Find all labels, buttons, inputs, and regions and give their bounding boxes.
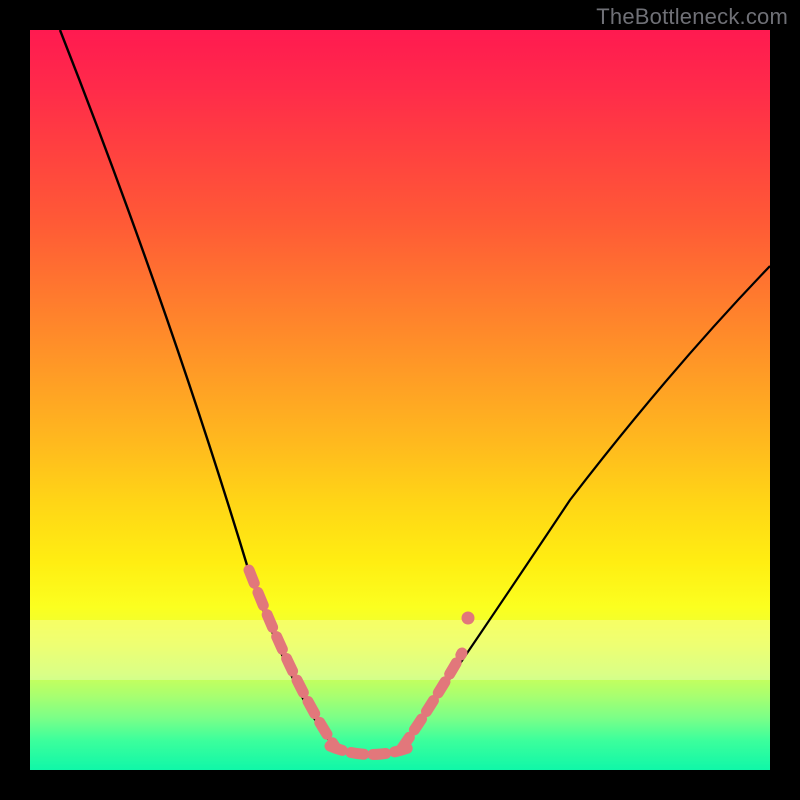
marker-dot xyxy=(462,612,475,625)
curve-layer xyxy=(30,30,770,770)
plot-area xyxy=(30,30,770,770)
marker-floor xyxy=(330,746,408,755)
marker-right xyxy=(402,653,462,748)
marker-left xyxy=(249,570,336,748)
chart-frame: TheBottleneck.com xyxy=(0,0,800,800)
attribution-text: TheBottleneck.com xyxy=(596,4,788,30)
left-curve xyxy=(60,30,336,748)
right-curve xyxy=(402,266,770,748)
